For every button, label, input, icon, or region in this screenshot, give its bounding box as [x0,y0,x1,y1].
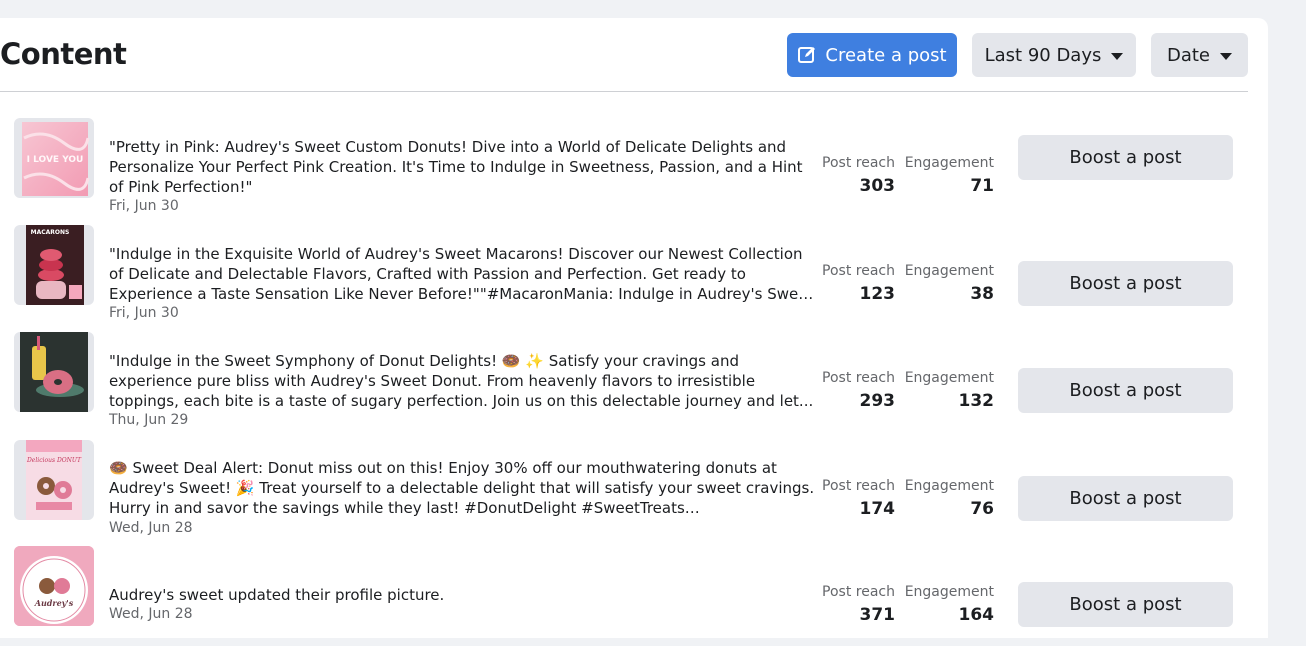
boost-post-button[interactable]: Boost a post [1018,261,1233,306]
boost-post-button[interactable]: Boost a post [1018,476,1233,521]
reach-value: 293 [859,391,896,411]
post-date: Wed, Jun 28 [109,520,193,536]
date-range-dropdown[interactable]: Last 90 Days [972,33,1136,77]
post-row: MACARONS "Indulge in the Exquisite World… [0,225,1268,325]
edit-icon [798,47,816,63]
engagement-label: Engagement [904,263,994,279]
post-date: Wed, Jun 28 [109,606,193,622]
sort-label: Date [1166,44,1211,66]
post-date: Thu, Jun 29 [109,412,189,428]
engagement-value: 76 [970,499,994,519]
date-range-label: Last 90 Days [984,44,1102,66]
engagement-value: 71 [970,176,994,196]
post-text[interactable]: 🍩 Sweet Deal Alert: Donut miss out on th… [109,458,819,518]
post-thumbnail[interactable]: Delicious DONUT [14,440,94,520]
reach-label: Post reach [822,584,895,600]
page-title: Content [0,37,127,71]
engagement-label: Engagement [904,584,994,600]
post-row: Audrey's Audrey's sweet updated their pr… [0,546,1268,646]
post-thumbnail[interactable]: Audrey's [14,546,94,626]
post-thumbnail[interactable]: I LOVE YOU [14,118,94,198]
reach-label: Post reach [822,155,895,171]
post-text[interactable]: "Indulge in the Sweet Symphony of Donut … [109,351,819,411]
engagement-value: 132 [958,391,995,411]
post-thumbnail[interactable] [14,332,94,412]
thumb-text: Delicious DONUT [26,457,82,464]
boost-post-button[interactable]: Boost a post [1018,582,1233,627]
post-thumbnail[interactable]: MACARONS [14,225,94,305]
caret-down-icon [1111,52,1124,60]
reach-value: 123 [859,284,896,304]
reach-label: Post reach [822,370,895,386]
reach-label: Post reach [822,478,895,494]
engagement-label: Engagement [904,155,994,171]
post-date: Fri, Jun 30 [109,305,179,321]
engagement-value: 164 [958,605,995,625]
thumb-text: I LOVE YOU [27,155,84,165]
content-panel: Content Create a post Last 90 Days Date [0,18,1268,638]
engagement-value: 38 [970,284,994,304]
reach-value: 303 [859,176,896,196]
create-post-label: Create a post [825,44,947,66]
reach-value: 371 [859,605,896,625]
post-row: Delicious DONUT 🍩 Sweet Deal Alert: Donu… [0,440,1268,540]
post-text[interactable]: Audrey's sweet updated their profile pic… [109,585,819,605]
post-text[interactable]: "Indulge in the Exquisite World of Audre… [109,244,819,304]
header-divider [0,91,1248,92]
thumb-text: MACARONS [31,229,70,236]
post-row: "Indulge in the Sweet Symphony of Donut … [0,332,1268,432]
engagement-label: Engagement [904,478,994,494]
reach-value: 174 [859,499,896,519]
sort-dropdown[interactable]: Date [1151,33,1248,77]
boost-post-button[interactable]: Boost a post [1018,368,1233,413]
boost-post-button[interactable]: Boost a post [1018,135,1233,180]
engagement-label: Engagement [904,370,994,386]
post-date: Fri, Jun 30 [109,198,179,214]
create-post-button[interactable]: Create a post [787,33,957,77]
post-row: I LOVE YOU "Pretty in Pink: Audrey's Swe… [0,118,1268,218]
reach-label: Post reach [822,263,895,279]
caret-down-icon [1220,52,1233,60]
post-text[interactable]: "Pretty in Pink: Audrey's Sweet Custom D… [109,137,819,197]
thumb-text: Audrey's [34,598,74,608]
